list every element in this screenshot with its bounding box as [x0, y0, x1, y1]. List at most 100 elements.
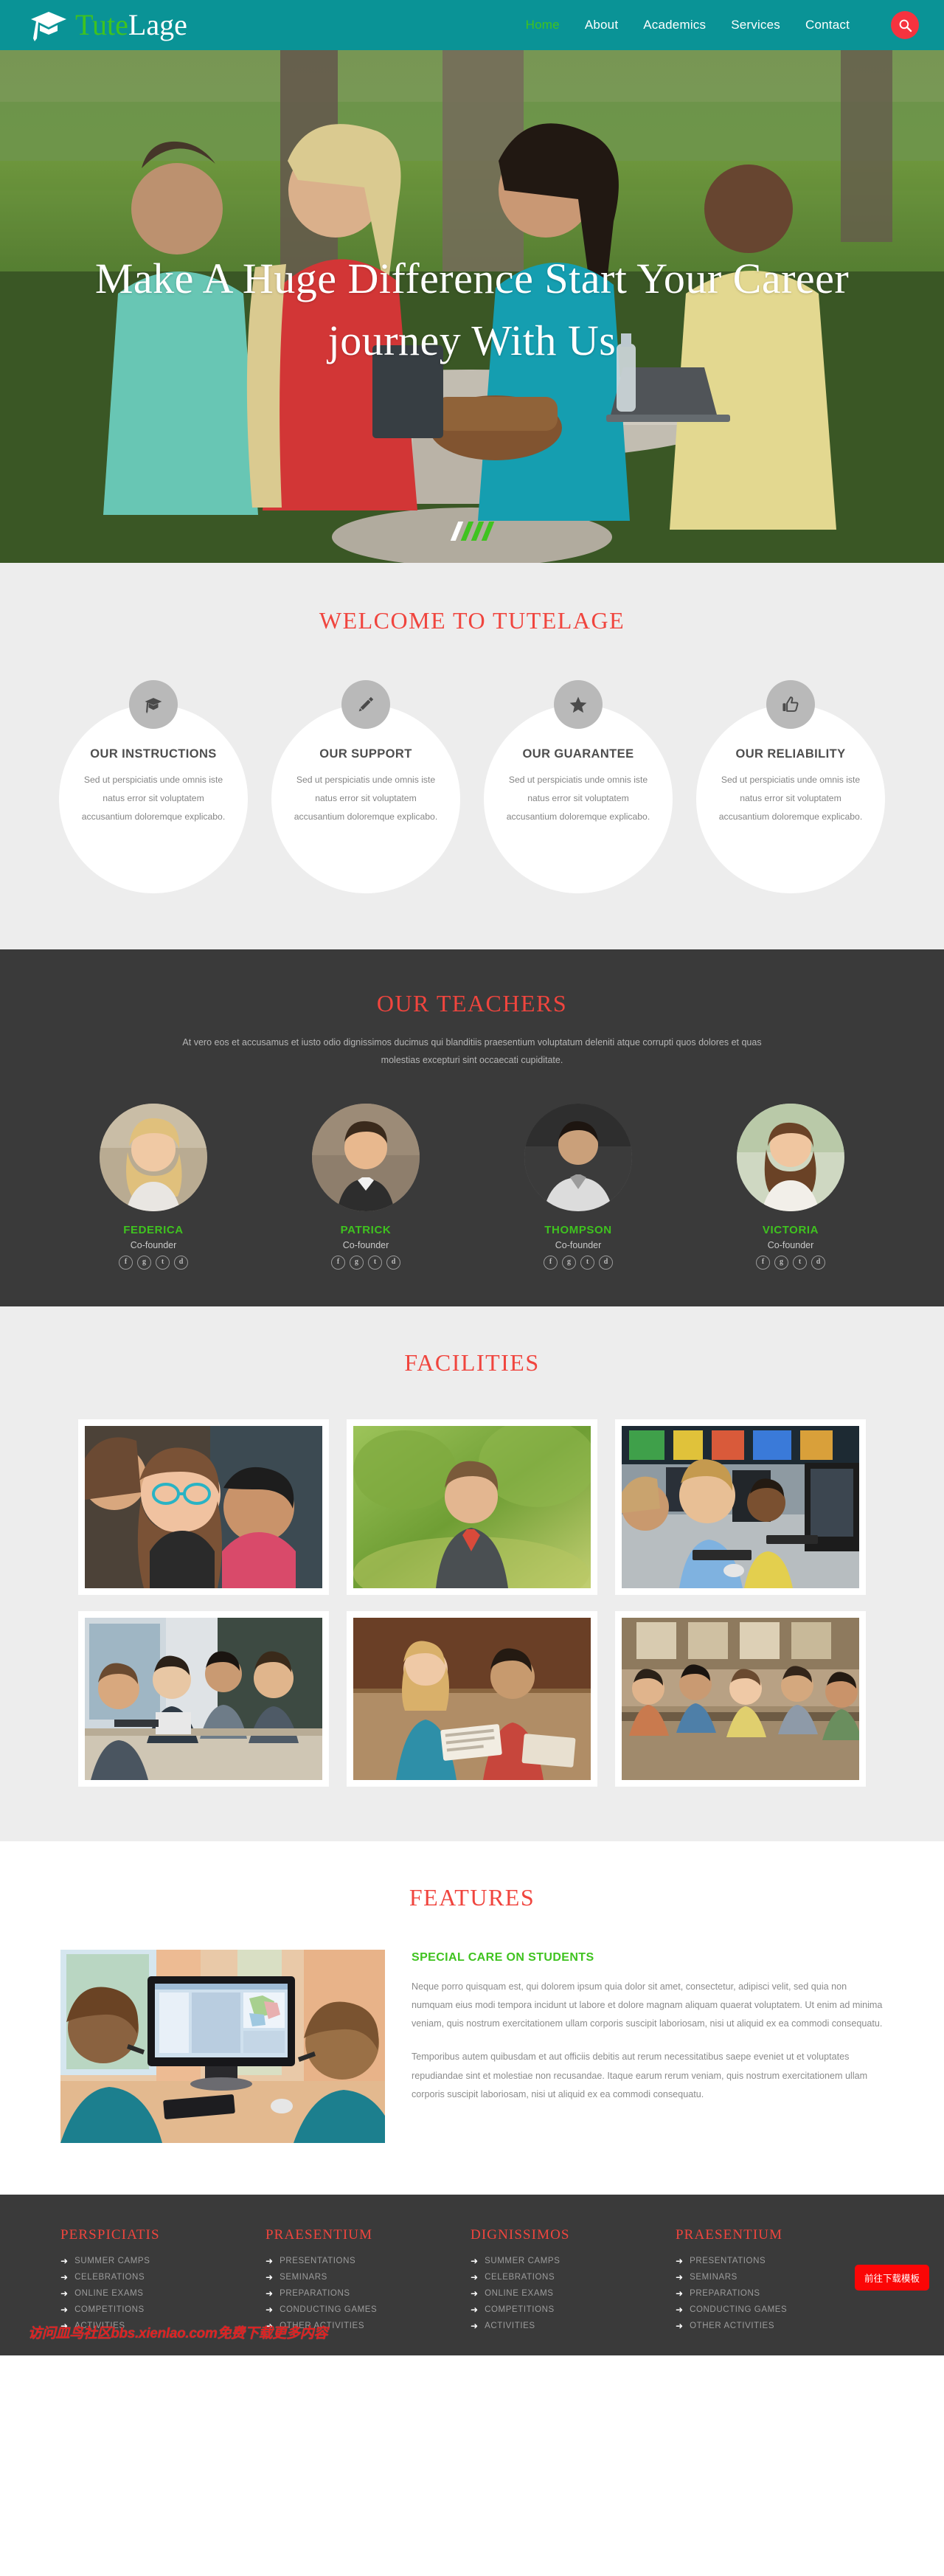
teachers-subtitle: At vero eos et accusamus et iusto odio d… [182, 1037, 762, 1066]
teacher-card[interactable]: VICTORIA Co-founder f g t d [696, 1103, 885, 1270]
teacher-social-links: f g t d [59, 1255, 248, 1270]
footer-link[interactable]: ACTIVITIES [485, 2321, 535, 2330]
footer-link[interactable]: CONDUCTING GAMES [690, 2305, 787, 2314]
footer-link-item[interactable]: ➜ CELEBRATIONS [471, 2273, 653, 2282]
footer-link[interactable]: SEMINARS [280, 2273, 327, 2282]
download-template-button[interactable]: 前往下载模板 [854, 2264, 929, 2291]
footer-link-item[interactable]: ➜ CONDUCTING GAMES [676, 2305, 858, 2314]
footer-link[interactable]: SUMMER CAMPS [74, 2257, 150, 2265]
welcome-card-text: Sed ut perspiciatis unde omnis iste natu… [506, 775, 650, 823]
footer-link-item[interactable]: ➜ ONLINE EXAMS [471, 2289, 653, 2298]
welcome-card-title: OUR INSTRUCTIONS [90, 747, 217, 761]
footer-link-item[interactable]: ➜ PRESENTATIONS [266, 2257, 448, 2265]
twitter-icon[interactable]: t [580, 1255, 594, 1270]
footer-link[interactable]: PREPARATIONS [280, 2289, 350, 2298]
arrow-right-icon: ➜ [676, 2304, 684, 2315]
teacher-card[interactable]: THOMPSON Co-founder f g t d [484, 1103, 673, 1270]
footer-link-item[interactable]: ➜ OTHER ACTIVITIES [266, 2321, 448, 2330]
dribbble-icon[interactable]: d [811, 1255, 825, 1270]
graduation-cap-icon [30, 9, 69, 41]
avatar [524, 1103, 632, 1211]
facebook-icon[interactable]: f [756, 1255, 770, 1270]
facebook-icon[interactable]: f [544, 1255, 558, 1270]
nav-item-home[interactable]: Home [526, 18, 560, 32]
facility-item[interactable] [615, 1419, 866, 1595]
facility-image [85, 1617, 322, 1780]
facebook-icon[interactable]: f [119, 1255, 133, 1270]
twitter-icon[interactable]: t [793, 1255, 807, 1270]
footer-link[interactable]: ONLINE EXAMS [485, 2289, 553, 2298]
facebook-icon[interactable]: f [331, 1255, 345, 1270]
welcome-card-guarantee[interactable]: OUR GUARANTEE Sed ut perspiciatis unde o… [484, 680, 673, 893]
nav-item-services[interactable]: Services [731, 18, 780, 32]
google-plus-icon[interactable]: g [774, 1255, 788, 1270]
footer-link-item[interactable]: ➜ COMPETITIONS [471, 2305, 653, 2314]
arrow-right-icon: ➜ [60, 2304, 69, 2315]
nav-item-contact[interactable]: Contact [805, 18, 850, 32]
avatar [312, 1103, 420, 1211]
main-navigation: Home About Academics Services Contact [526, 11, 919, 39]
footer-link-item[interactable]: ➜ SEMINARS [676, 2273, 858, 2282]
footer-link[interactable]: COMPETITIONS [74, 2305, 145, 2314]
footer-link[interactable]: ONLINE EXAMS [74, 2289, 143, 2298]
footer-link-item[interactable]: ➜ CONDUCTING GAMES [266, 2305, 448, 2314]
facility-image [622, 1617, 859, 1780]
google-plus-icon[interactable]: g [562, 1255, 576, 1270]
facility-item[interactable] [78, 1419, 329, 1595]
dribbble-icon[interactable]: d [174, 1255, 188, 1270]
welcome-card-reliability[interactable]: OUR RELIABILITY Sed ut perspiciatis unde… [696, 680, 885, 893]
footer-link-item[interactable]: ➜ OTHER ACTIVITIES [676, 2321, 858, 2330]
footer-link[interactable]: ACTIVITIES [74, 2321, 125, 2330]
footer-link[interactable]: PRESENTATIONS [690, 2257, 766, 2265]
dribbble-icon[interactable]: d [599, 1255, 613, 1270]
footer-link-item[interactable]: ➜ ACTIVITIES [471, 2321, 653, 2330]
teacher-card[interactable]: PATRICK Co-founder f g t d [271, 1103, 460, 1270]
brand-name-part2: Lage [128, 8, 187, 41]
welcome-card-instructions[interactable]: OUR INSTRUCTIONS Sed ut perspiciatis und… [59, 680, 248, 893]
footer-link-item[interactable]: ➜ COMPETITIONS [60, 2305, 243, 2314]
footer-link[interactable]: PRESENTATIONS [280, 2257, 355, 2265]
footer-link[interactable]: COMPETITIONS [485, 2305, 555, 2314]
search-button[interactable] [891, 11, 919, 39]
nav-item-about[interactable]: About [585, 18, 618, 32]
footer-link-item[interactable]: ➜ CELEBRATIONS [60, 2273, 243, 2282]
footer-link[interactable]: SUMMER CAMPS [485, 2257, 560, 2265]
welcome-card-support[interactable]: OUR SUPPORT Sed ut perspiciatis unde omn… [271, 680, 460, 893]
footer-link[interactable]: OTHER ACTIVITIES [280, 2321, 364, 2330]
features-paragraph: Neque porro quisquam est, qui dolorem ip… [412, 1981, 883, 2029]
facility-item[interactable] [78, 1610, 329, 1787]
footer-link-item[interactable]: ➜ PREPARATIONS [676, 2289, 858, 2298]
google-plus-icon[interactable]: g [137, 1255, 151, 1270]
footer-link-item[interactable]: ➜ ONLINE EXAMS [60, 2289, 243, 2298]
footer-link-item[interactable]: ➜ PREPARATIONS [266, 2289, 448, 2298]
facility-item[interactable] [347, 1419, 597, 1595]
footer-link-item[interactable]: ➜ PRESENTATIONS [676, 2257, 858, 2265]
footer-link[interactable]: CELEBRATIONS [485, 2273, 555, 2282]
facilities-title: FACILITIES [404, 1348, 540, 1376]
teacher-card[interactable]: FEDERICA Co-founder f g t d [59, 1103, 248, 1270]
footer-link[interactable]: SEMINARS [690, 2273, 738, 2282]
google-plus-icon[interactable]: g [350, 1255, 364, 1270]
brand-logo[interactable]: TuteLage [30, 9, 187, 41]
features-title: FEATURES [409, 1883, 535, 1911]
nav-item-academics[interactable]: Academics [643, 18, 706, 32]
footer-link-item[interactable]: ➜ ACTIVITIES [60, 2321, 243, 2330]
hero-slider-indicators [0, 522, 944, 541]
twitter-icon[interactable]: t [156, 1255, 170, 1270]
twitter-icon[interactable]: t [368, 1255, 382, 1270]
footer-link[interactable]: PREPARATIONS [690, 2289, 760, 2298]
footer-link[interactable]: OTHER ACTIVITIES [690, 2321, 774, 2330]
footer-link-item[interactable]: ➜ SUMMER CAMPS [60, 2257, 243, 2265]
footer-link-item[interactable]: ➜ SUMMER CAMPS [471, 2257, 653, 2265]
welcome-title: WELCOME TO TUTELAGE [319, 607, 625, 634]
hero-slide-dot-4[interactable] [481, 522, 494, 541]
features-content: SPECIAL CARE ON STUDENTS Neque porro qui… [0, 1949, 944, 2143]
footer-link[interactable]: CELEBRATIONS [74, 2273, 145, 2282]
arrow-right-icon: ➜ [60, 2255, 69, 2266]
footer-link-item[interactable]: ➜ SEMINARS [266, 2273, 448, 2282]
facility-item[interactable] [347, 1610, 597, 1787]
arrow-right-icon: ➜ [60, 2320, 69, 2331]
facility-item[interactable] [615, 1610, 866, 1787]
dribbble-icon[interactable]: d [386, 1255, 400, 1270]
footer-link[interactable]: CONDUCTING GAMES [280, 2305, 377, 2314]
